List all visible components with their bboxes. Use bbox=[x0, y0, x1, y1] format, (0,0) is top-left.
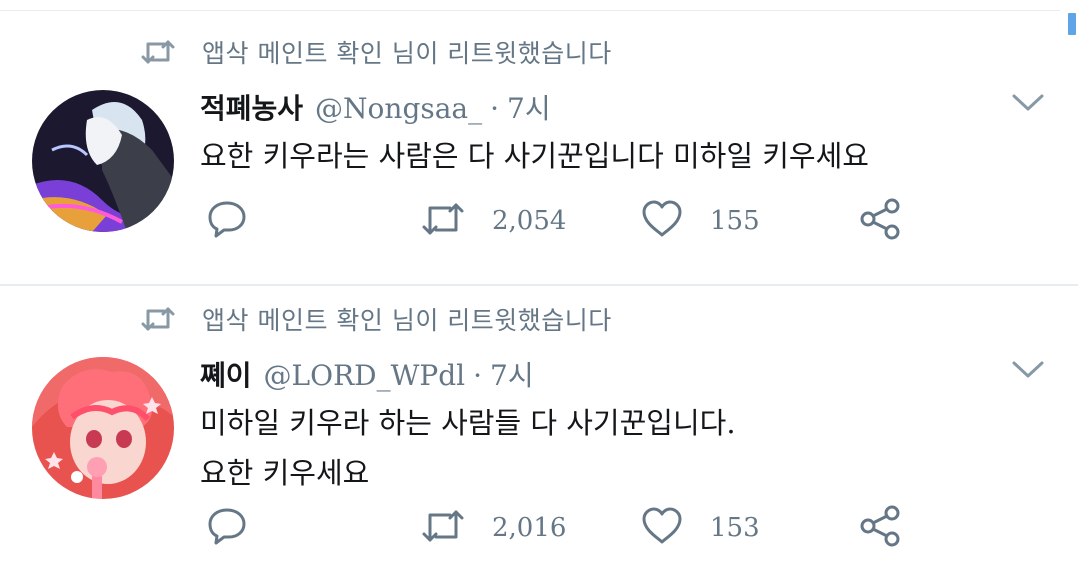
tweet-text-line: 요한 키우세요 bbox=[200, 456, 370, 490]
retweet-icon bbox=[420, 508, 466, 548]
separator-dot: · bbox=[473, 359, 483, 392]
timestamp[interactable]: 7시 bbox=[507, 87, 551, 127]
like-button[interactable]: 153 bbox=[640, 498, 760, 558]
retweet-icon bbox=[140, 305, 176, 333]
tweet-header: 적폐농사 @Nongsaa_ · 7시 bbox=[200, 87, 551, 127]
tweet-card[interactable]: 앱삭 메인트 확인 님이 리트윗했습니다 적폐농사 @Nongsaa_ · 7시… bbox=[0, 11, 1078, 286]
share-button[interactable] bbox=[858, 191, 902, 251]
tweet-text-line: 미하일 키우라 하는 사람들 다 사기꾼입니다. bbox=[200, 406, 736, 440]
tweet-text: 미하일 키우라 하는 사람들 다 사기꾼입니다. 요한 키우세요 bbox=[200, 398, 736, 498]
retweet-icon bbox=[140, 38, 176, 66]
reply-button[interactable] bbox=[206, 498, 248, 558]
display-name[interactable]: 쪠이 bbox=[200, 354, 252, 394]
timestamp[interactable]: 7시 bbox=[490, 354, 534, 394]
reply-button[interactable] bbox=[206, 191, 248, 251]
tweet-text-line: 요한 키우라는 사람은 다 사기꾼입니다 미하일 키우세요 bbox=[200, 139, 869, 173]
like-button[interactable]: 155 bbox=[640, 191, 760, 251]
user-handle[interactable]: @LORD_WPdl bbox=[264, 359, 466, 392]
reply-icon bbox=[206, 199, 248, 243]
retweet-count: 2,016 bbox=[492, 513, 567, 543]
heart-icon bbox=[640, 199, 684, 243]
caret-down-icon[interactable] bbox=[1011, 360, 1045, 380]
tweet-actions: 2,016 153 bbox=[0, 498, 1078, 558]
retweet-context: 앱삭 메인트 확인 님이 리트윗했습니다 bbox=[140, 301, 612, 337]
share-icon bbox=[858, 505, 902, 551]
retweet-context: 앱삭 메인트 확인 님이 리트윗했습니다 bbox=[140, 34, 612, 70]
caret-down-icon[interactable] bbox=[1011, 93, 1045, 113]
tweet-header: 쪠이 @LORD_WPdl · 7시 bbox=[200, 354, 534, 394]
like-count: 153 bbox=[710, 513, 760, 543]
retweet-button[interactable]: 2,054 bbox=[420, 191, 566, 251]
retweet-count: 2,054 bbox=[492, 206, 567, 236]
retweet-note[interactable]: 앱삭 메인트 확인 님이 리트윗했습니다 bbox=[202, 301, 612, 337]
user-handle[interactable]: @Nongsaa_ bbox=[315, 92, 482, 125]
tweet-text: 요한 키우라는 사람은 다 사기꾼입니다 미하일 키우세요 bbox=[200, 131, 869, 181]
separator-dot: · bbox=[490, 92, 500, 125]
retweet-button[interactable]: 2,016 bbox=[420, 498, 566, 558]
like-count: 155 bbox=[710, 206, 760, 236]
heart-icon bbox=[640, 506, 684, 550]
display-name[interactable]: 적폐농사 bbox=[200, 87, 303, 127]
reply-icon bbox=[206, 506, 248, 550]
avatar[interactable] bbox=[32, 357, 174, 499]
retweet-icon bbox=[420, 201, 466, 241]
share-button[interactable] bbox=[858, 498, 902, 558]
share-icon bbox=[858, 198, 902, 244]
tweet-card[interactable]: 앱삭 메인트 확인 님이 리트윗했습니다 쪠이 @LORD_WPdl · 7시 … bbox=[0, 278, 1078, 550]
tweet-actions: 2,054 155 bbox=[0, 191, 1078, 251]
retweet-note[interactable]: 앱삭 메인트 확인 님이 리트윗했습니다 bbox=[202, 34, 612, 70]
